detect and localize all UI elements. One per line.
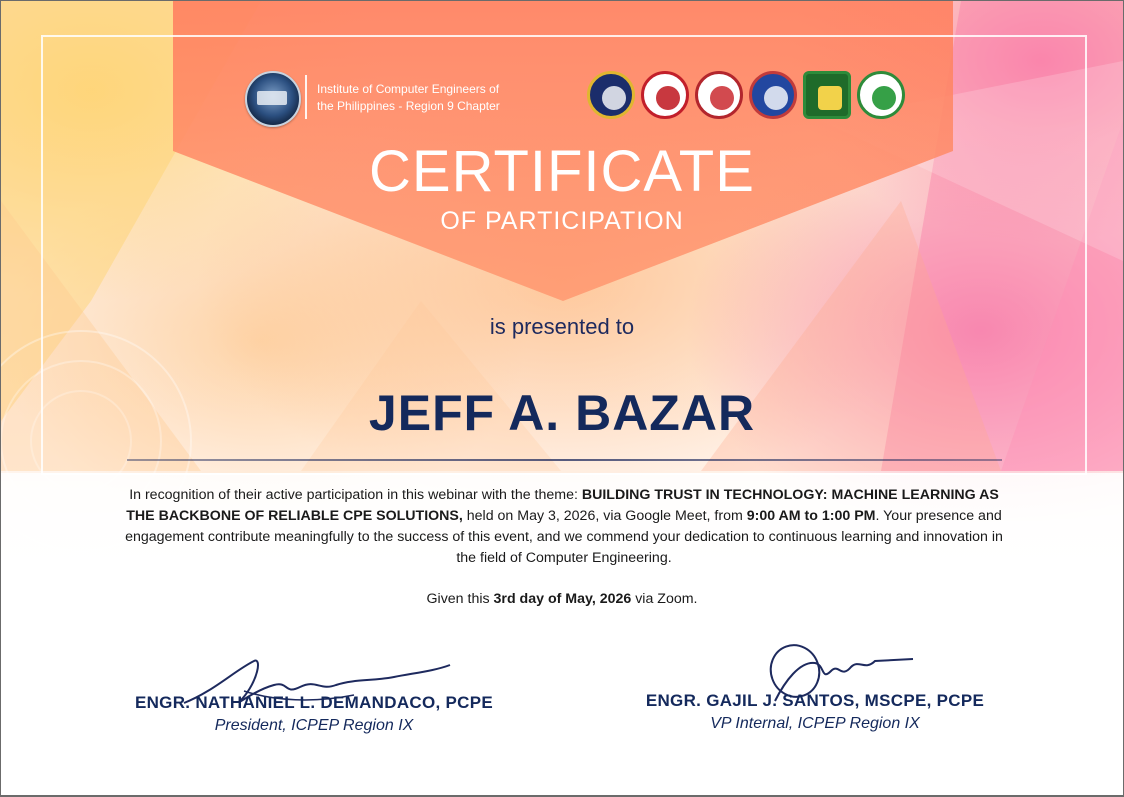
signature-block-president: ENGR. NATHANIEL L. DEMANDACO, PCPE Presi… xyxy=(124,651,504,735)
certificate-subtitle: OF PARTICIPATION xyxy=(440,207,684,235)
given-date: 3rd day of May, 2026 xyxy=(493,591,632,607)
university-seal-icon xyxy=(803,71,851,119)
presented-to-text: is presented to xyxy=(489,314,635,339)
university-seal-icon xyxy=(587,71,635,119)
vp-internal-name: ENGR. GAJIL J. SANTOS, MSCPE, PCPE xyxy=(645,691,985,710)
partner-seals xyxy=(587,71,905,121)
header-divider xyxy=(305,75,307,119)
organization-name: Institute of Computer Engineers of the P… xyxy=(317,81,547,115)
organization-name-line-2: the Philippines - Region 9 Chapter xyxy=(317,99,500,113)
college-seal-icon xyxy=(857,71,905,119)
event-time: 9:00 AM to 1:00 PM xyxy=(746,508,876,524)
recognition-intro: In recognition of their active participa… xyxy=(129,487,582,503)
event-details: held on May 3, 2026, via Google Meet, fr… xyxy=(462,508,747,524)
recipient-name: JEFF A. BAZAR xyxy=(368,385,756,441)
vp-internal-title: VP Internal, ICPEP Region IX xyxy=(710,715,920,732)
given-prefix: Given this xyxy=(426,591,494,607)
president-title: President, ICPEP Region IX xyxy=(214,717,414,734)
signature-block-vp-internal: ENGR. GAJIL J. SANTOS, MSCPE, PCPE VP In… xyxy=(625,641,1005,733)
certificate-title: CERTIFICATE xyxy=(369,139,755,204)
certificate: Institute of Computer Engineers of the P… xyxy=(1,1,1123,795)
recognition-paragraph: In recognition of their active participa… xyxy=(119,485,1009,569)
president-name: ENGR. NATHANIEL L. DEMANDACO, PCPE xyxy=(134,693,494,712)
university-seal-icon xyxy=(695,71,743,119)
given-suffix: via Zoom. xyxy=(631,591,698,607)
icpep-logo-icon xyxy=(245,71,301,127)
given-date-line: Given this 3rd day of May, 2026 via Zoom… xyxy=(1,591,1123,607)
st-peters-college-seal-icon xyxy=(641,71,689,119)
college-seal-icon xyxy=(749,71,797,119)
organization-name-line-1: Institute of Computer Engineers of xyxy=(317,82,500,96)
name-underline xyxy=(127,459,1002,461)
